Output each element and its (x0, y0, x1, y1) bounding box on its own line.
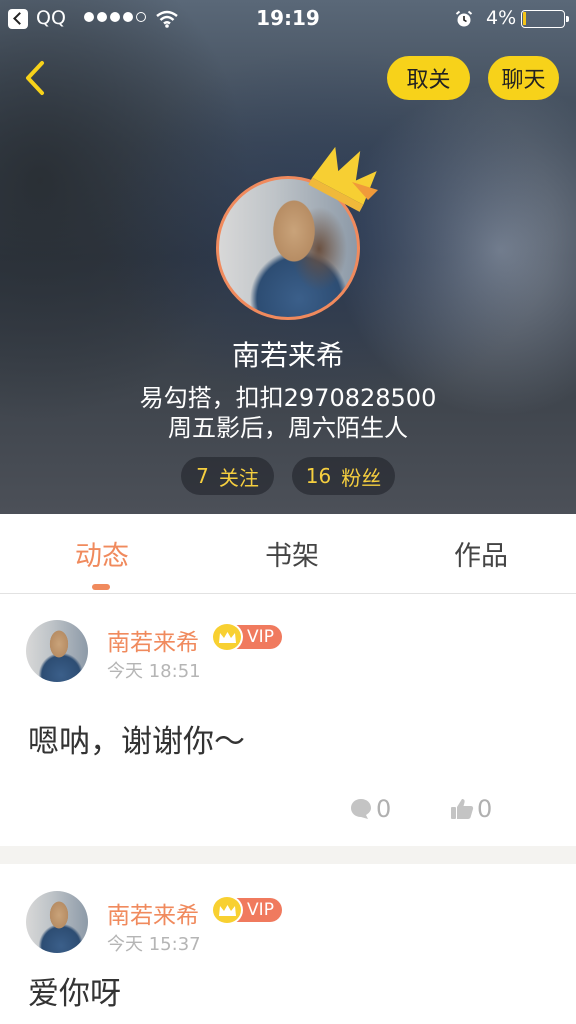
post-author[interactable]: 南若来希 (107, 623, 199, 657)
followers-count: 16 (305, 464, 332, 488)
tab-bookshelf[interactable]: 书架 (242, 534, 342, 573)
feed-post[interactable]: 南若来希 VIP 今天 18:51 嗯呐，谢谢你～ 0 0 (0, 594, 576, 846)
profile-name: 南若来希 (231, 339, 344, 372)
bio-line-1: 易勾搭，扣扣2970828500 (139, 384, 437, 412)
bio-line-2: 周五影后，周六陌生人 (168, 414, 408, 442)
vip-crown-icon (211, 895, 243, 925)
profile-header: QQ 19:19 4% 取关 聊天 南若来希 易勾搭，扣扣2970828500 … (0, 0, 576, 514)
unfollow-button[interactable]: 取关 (387, 56, 470, 100)
status-bar: QQ 19:19 4% (0, 0, 576, 38)
following-count-button[interactable]: 7 关注 (181, 457, 274, 495)
tab-works[interactable]: 作品 (431, 534, 531, 573)
battery-icon (521, 10, 569, 28)
avatar[interactable] (26, 620, 88, 682)
chat-button[interactable]: 聊天 (488, 56, 559, 100)
vip-badge: VIP (211, 895, 282, 925)
post-text: 爱你呀 (28, 976, 121, 1012)
like-button[interactable]: 0 (450, 794, 492, 824)
battery-percent: 4% (486, 7, 517, 29)
post-author[interactable]: 南若来希 (107, 896, 199, 930)
avatar[interactable] (26, 891, 88, 953)
feed-post[interactable]: 南若来希 VIP 今天 15:37 爱你呀 (0, 864, 576, 1024)
profile-bio: 易勾搭，扣扣2970828500 周五影后，周六陌生人 (0, 383, 576, 443)
thumbs-up-icon (451, 799, 474, 819)
like-count: 0 (477, 795, 493, 823)
post-time: 今天 18:51 (107, 661, 201, 682)
following-label: 关注 (218, 465, 259, 490)
crown-icon (308, 146, 378, 212)
alarm-icon (455, 10, 473, 27)
comment-icon (351, 799, 371, 819)
tab-posts[interactable]: 动态 (52, 534, 152, 573)
followers-count-button[interactable]: 16 粉丝 (292, 457, 395, 495)
active-tab-indicator (92, 584, 110, 590)
profile-tabs: 动态 书架 作品 (0, 514, 576, 594)
comment-count: 0 (376, 795, 392, 823)
post-text: 嗯呐，谢谢你～ (28, 724, 245, 760)
post-time: 今天 15:37 (107, 934, 201, 955)
chevron-left-icon (26, 61, 44, 95)
comment-button[interactable]: 0 (349, 794, 391, 824)
vip-crown-icon (211, 622, 243, 652)
followers-label: 粉丝 (341, 465, 382, 490)
back-button[interactable] (16, 56, 56, 100)
vip-badge: VIP (211, 622, 282, 652)
following-count: 7 (196, 464, 209, 488)
